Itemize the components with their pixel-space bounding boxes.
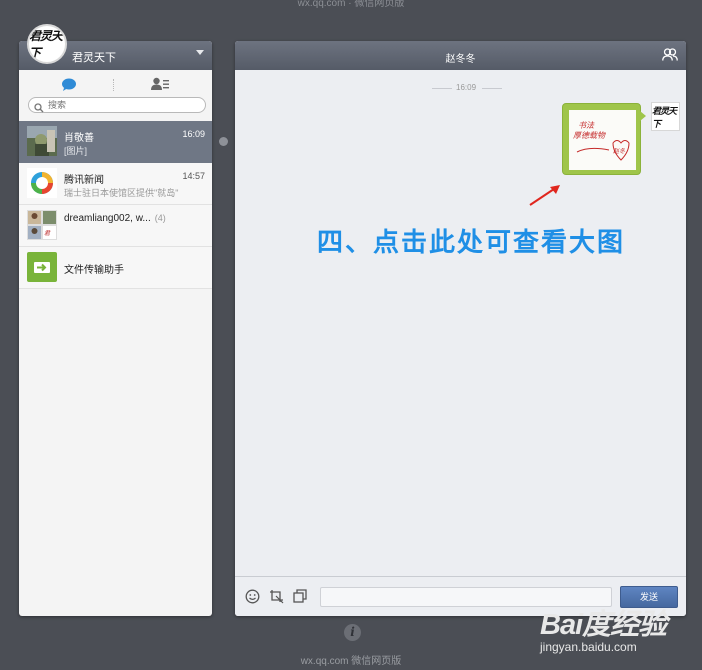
conversation-item[interactable]: 肖敬善 [图片] 16:09: [19, 121, 212, 163]
watermark-brand: Bai度经验: [540, 609, 667, 641]
file-icon[interactable]: [293, 589, 307, 608]
message-image[interactable]: 书法 厚德载物 赵冬: [569, 110, 636, 170]
svg-text:君: 君: [44, 230, 51, 237]
screenshot-icon[interactable]: [269, 589, 285, 609]
conversation-name: 腾讯新闻: [64, 175, 104, 186]
conversation-name: dreamliang002, w... (4): [64, 213, 166, 224]
image-text: 赵冬: [613, 148, 626, 155]
time-divider-line: [432, 88, 452, 89]
annotation-text: 四、点击此处可查看大图: [317, 227, 626, 257]
conversation-item[interactable]: 腾讯新闻 瑞士驻日本使馆区提供"就岛" 14:57: [19, 163, 212, 205]
my-avatar[interactable]: 君灵天下: [651, 102, 680, 131]
time-divider-line: [482, 88, 502, 89]
search-box[interactable]: [28, 97, 206, 113]
chat-bubble-icon[interactable]: [61, 78, 77, 96]
tab-divider: [113, 79, 114, 91]
member-count: (4): [154, 213, 166, 223]
calligraphy-strokes: [576, 140, 630, 161]
sidebar-tabs: [19, 70, 212, 96]
news-logo-icon: [27, 168, 57, 198]
conversation-time: 14:57: [182, 171, 205, 181]
sidebar: 君灵天下 君灵天下 肖敬善 [图片] 16:09: [19, 24, 212, 616]
contacts-icon[interactable]: [151, 77, 169, 96]
info-icon[interactable]: i: [344, 624, 361, 641]
search-icon: [34, 100, 44, 118]
file-transfer-icon: [27, 252, 57, 282]
username[interactable]: 君灵天下: [72, 49, 116, 65]
top-caption: wx.qq.com · 微信网页版: [297, 0, 405, 9]
arrow-icon: [529, 185, 560, 206]
conversation-preview: 瑞士驻日本使馆区提供"就岛": [64, 188, 179, 198]
group-name: dreamliang002, w...: [64, 213, 151, 224]
avatar-logo: 君灵天下: [29, 29, 63, 60]
search-input[interactable]: [48, 98, 198, 112]
conversation-item[interactable]: 君 dreamliang002, w... (4): [19, 205, 212, 247]
baidu-watermark: Bai度经验 jingyan.baidu.com: [538, 598, 698, 668]
chat-header: 赵冬冬: [235, 41, 686, 70]
contact-photo: [27, 126, 57, 156]
bubble-tail: [640, 111, 646, 121]
conversation-name: 文件传输助手: [64, 265, 124, 276]
avatar-logo: 君灵天下: [652, 106, 677, 130]
conversation-name: 肖敬善: [64, 133, 94, 144]
chevron-down-icon[interactable]: [196, 50, 204, 55]
panel-handle[interactable]: [219, 137, 228, 146]
members-icon[interactable]: [662, 48, 678, 66]
time-divider: 16:09: [456, 83, 477, 92]
image-message[interactable]: 书法 厚德载物 赵冬: [562, 103, 641, 175]
conversation-preview: [图片]: [64, 146, 88, 156]
conversation-item[interactable]: 文件传输助手: [19, 247, 212, 289]
conversation-list: 肖敬善 [图片] 16:09 腾讯新闻 瑞士驻日本使馆区提供"就岛" 14:57…: [19, 121, 212, 289]
conversation-time: 16:09: [182, 129, 205, 139]
avatar[interactable]: 君灵天下: [27, 24, 67, 64]
chat-panel: 赵冬冬 16:09 书法 厚德载物 赵冬 君灵天下 四、点击此处可查看大图 发送: [235, 41, 686, 616]
watermark-url: jingyan.baidu.com: [540, 640, 637, 654]
emoji-icon[interactable]: [245, 589, 260, 609]
chat-title: 赵冬冬: [445, 54, 476, 65]
group-avatar: 君: [27, 210, 57, 240]
